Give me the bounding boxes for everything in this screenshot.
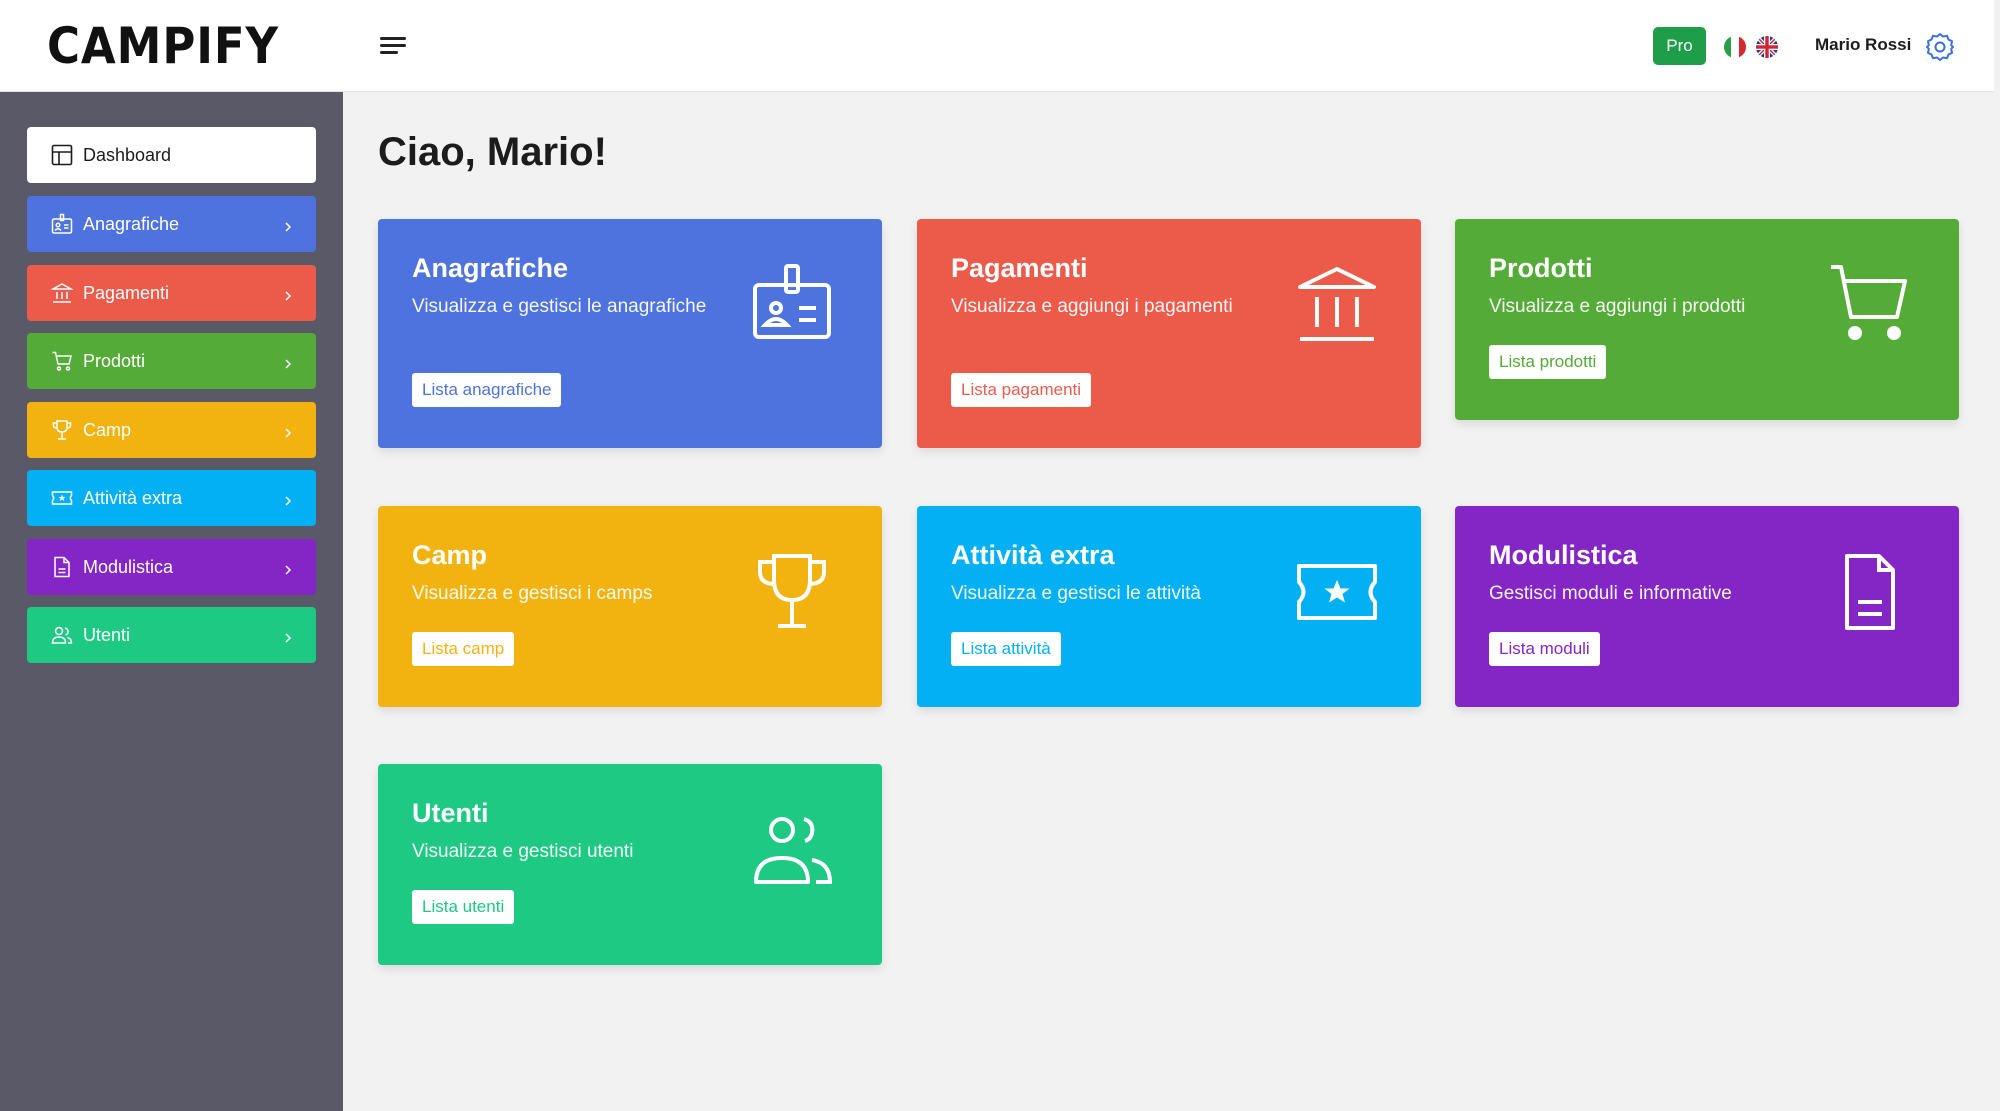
trophy-icon [750,550,834,634]
ticket-icon [51,487,73,509]
users-icon [51,624,73,646]
card-description: Gestisci moduli e informative [1489,583,1732,604]
lista-pagamenti-button[interactable]: Lista pagamenti [951,373,1092,407]
sidebar-item-attivita-extra[interactable]: Attività extra [27,470,316,526]
id-badge-icon [51,213,73,235]
card-title: Attività extra [951,540,1115,570]
card-description: Visualizza e gestisci le anagrafiche [412,296,707,317]
sidebar-item-camp[interactable]: Camp [27,402,316,458]
card-description: Visualizza e gestisci le attività [951,583,1201,604]
card-description: Visualizza e gestisci utenti [412,841,634,862]
uk-flag-icon[interactable] [1756,36,1778,58]
lista-utenti-button[interactable]: Lista utenti [412,890,515,924]
chevron-right-icon [282,354,294,369]
sidebar-item-utenti[interactable]: Utenti [27,607,316,663]
card-attivita-extra: Attività extra Visualizza e gestisci le … [917,506,1421,707]
sidebar-item-label: Utenti [83,625,131,645]
card-description: Visualizza e aggiungi i pagamenti [951,296,1233,317]
chevron-right-icon [282,628,294,643]
chevron-right-icon [282,217,294,232]
dashboard-icon [51,144,73,166]
document-icon [1827,550,1911,634]
card-pagamenti: Pagamenti Visualizza e aggiungi i pagame… [917,219,1421,448]
bank-icon [50,282,74,304]
sidebar-item-label: Pagamenti [83,283,170,303]
sidebar-item-label: Prodotti [83,351,146,371]
page-title: Ciao, Mario! [378,130,607,174]
gear-icon[interactable] [1924,31,1956,63]
users-icon [750,808,834,892]
bank-icon [1295,263,1379,347]
card-title: Pagamenti [951,253,1088,283]
sidebar-item-dashboard[interactable]: Dashboard [27,127,316,183]
chevron-right-icon [282,423,294,438]
trophy-icon [51,419,73,441]
italian-flag-icon[interactable] [1724,36,1746,58]
sidebar-item-label: Anagrafiche [83,214,180,234]
card-utenti: Utenti Visualizza e gestisci utenti List… [378,764,882,965]
sidebar-item-modulistica[interactable]: Modulistica [27,539,316,595]
app-logo[interactable]: CAMPIFY [47,17,279,75]
card-description: Visualizza e gestisci i camps [412,583,653,604]
id-badge-icon [750,263,834,347]
cart-icon [1827,263,1911,347]
chevron-right-icon [282,560,294,575]
user-name[interactable]: Mario Rossi [1815,35,1911,55]
sidebar-item-label: Attività extra [83,488,183,508]
sidebar-item-anagrafiche[interactable]: Anagrafiche [27,196,316,252]
sidebar-item-label: Modulistica [83,557,174,577]
card-description: Visualizza e aggiungi i prodotti [1489,296,1746,317]
sidebar-item-label: Camp [83,420,132,440]
card-modulistica: Modulistica Gestisci moduli e informativ… [1455,506,1959,707]
lista-camp-button[interactable]: Lista camp [412,632,515,666]
lista-prodotti-button[interactable]: Lista prodotti [1489,345,1607,379]
card-title: Camp [412,540,488,570]
sidebar-item-pagamenti[interactable]: Pagamenti [27,265,316,321]
cart-icon [51,350,73,372]
lista-anagrafiche-button[interactable]: Lista anagrafiche [412,373,562,407]
sidebar-item-prodotti[interactable]: Prodotti [27,333,316,389]
card-title: Modulistica [1489,540,1638,570]
card-anagrafiche: Anagrafiche Visualizza e gestisci le ana… [378,219,882,448]
ticket-icon [1295,550,1379,634]
card-title: Anagrafiche [412,253,569,283]
lista-moduli-button[interactable]: Lista moduli [1489,632,1600,666]
card-title: Prodotti [1489,253,1593,283]
top-bar: CAMPIFY Pro Mario Rossi [0,0,1994,92]
chevron-right-icon [282,491,294,506]
plan-badge[interactable]: Pro [1653,27,1706,65]
chevron-right-icon [282,286,294,301]
sidebar: Dashboard Anagrafiche Pagamenti Prodotti [0,92,343,1111]
sidebar-item-label: Dashboard [83,145,172,165]
card-prodotti: Prodotti Visualizza e aggiungi i prodott… [1455,219,1959,420]
lista-attivita-button[interactable]: Lista attività [951,632,1061,666]
menu-toggle-icon[interactable] [378,33,408,59]
card-title: Utenti [412,798,489,828]
document-icon [51,556,73,578]
card-camp: Camp Visualizza e gestisci i camps Lista… [378,506,882,707]
